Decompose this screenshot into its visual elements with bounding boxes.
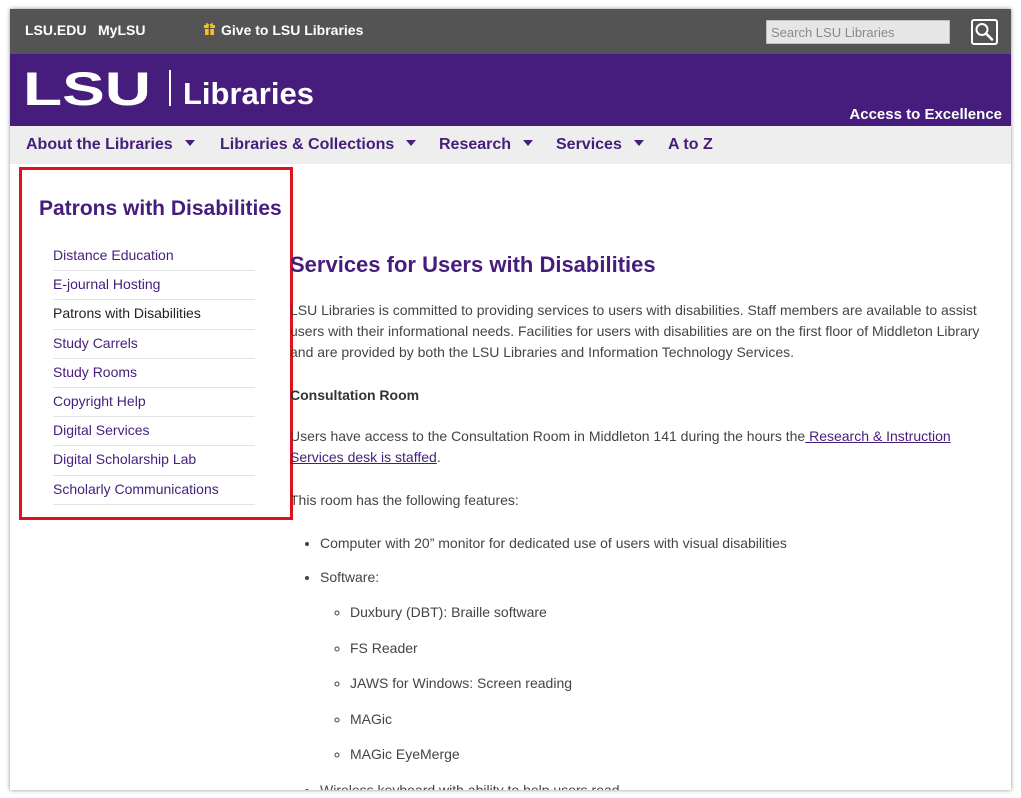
main-nav: About the Libraries Libraries & Collecti… [10,126,1011,164]
software-item: MAGic EyeMerge [350,744,990,765]
software-item: Duxbury (DBT): Braille software [350,602,990,623]
nav-label: Research [439,136,512,153]
tagline: Access to Excellence [849,106,1002,123]
sidebar-item-distance-education: Distance Education [53,242,255,272]
sidebar-item-patrons-with-disabilities: Patrons with Disabilities [53,300,255,330]
nav-label: A to Z [668,136,713,153]
sidebar-link[interactable]: Study Rooms [53,364,137,380]
software-item: FS Reader [350,638,990,659]
intro-paragraph: LSU Libraries is committed to providing … [290,302,980,360]
lsu-edu-link[interactable]: LSU.EDU [25,22,86,38]
browser-viewport: LSU.EDU MyLSU Give to LSU Libraries LSU … [10,9,1011,790]
feature-item: Computer with 20” monitor for dedicated … [320,533,990,554]
sidebar-item-copyright-help: Copyright Help [53,388,255,418]
nav-a-to-z[interactable]: A to Z [668,136,713,154]
gift-icon [204,23,215,35]
software-item: MAGic [350,709,990,730]
nav-services[interactable]: Services [556,136,644,154]
feature-item: Software: Duxbury (DBT): Braille softwar… [320,567,990,765]
access-text: Users have access to the Consultation Ro… [290,428,806,444]
nav-label: About the Libraries [26,136,173,153]
software-list: Duxbury (DBT): Braille software FS Reade… [320,602,990,765]
sidebar-item-ejournal-hosting: E-journal Hosting [53,271,255,301]
magnifier-icon [975,23,994,41]
access-paragraph: Users have access to the Consultation Ro… [290,426,990,468]
feature-text: Software: [320,569,380,585]
caret-down-icon [523,140,534,146]
caret-down-icon [406,140,417,146]
sidebar-item-study-carrels: Study Carrels [53,330,255,359]
search-button[interactable] [971,19,998,45]
main-content: Services for Users with Disabilities LSU… [290,245,990,790]
sidebar-item-scholarly-communications: Scholarly Communications [53,476,255,505]
sidebar-title: Patrons with Disabilities [39,197,282,220]
feature-text: Wireless keyboard with ability to help u… [320,781,620,790]
sidebar-link[interactable]: Distance Education [53,247,174,263]
nav-label: Services [556,136,622,153]
sidebar-link[interactable]: E-journal Hosting [53,276,160,292]
sidebar-link[interactable]: Digital Services [53,422,149,438]
nav-libraries-collections[interactable]: Libraries & Collections [220,136,417,154]
mylsu-link[interactable]: MyLSU [98,22,145,38]
sidebar-link-current[interactable]: Patrons with Disabilities [53,305,201,321]
utility-bar: LSU.EDU MyLSU Give to LSU Libraries [10,9,1011,54]
feature-item: Wireless keyboard with ability to help u… [320,780,990,790]
brand-bar: LSU Libraries Access to Excellence [10,54,1011,126]
page-title: Services for Users with Disabilities [290,252,656,277]
feature-text: Computer with 20” monitor for dedicated … [320,535,787,551]
software-item: JAWS for Windows: Screen reading [350,673,990,694]
sidebar-nav: Distance Education E-journal Hosting Pat… [53,242,255,505]
search-input[interactable] [766,20,950,44]
logo-libraries-text: Libraries [183,76,314,110]
sidebar-item-study-rooms: Study Rooms [53,359,255,388]
sidebar-item-digital-scholarship-lab: Digital Scholarship Lab [53,446,255,476]
sidebar-item-digital-services: Digital Services [53,417,255,447]
features-intro: This room has the following features: [290,492,519,508]
lsu-libraries-logo[interactable]: LSU Libraries [24,68,324,110]
consultation-heading: Consultation Room [290,387,420,403]
nav-label: Libraries & Collections [220,136,395,153]
give-link[interactable]: Give to LSU Libraries [221,22,363,38]
nav-research[interactable]: Research [439,136,534,154]
nav-about-libraries[interactable]: About the Libraries [26,136,195,154]
caret-down-icon [184,140,195,146]
caret-down-icon [633,140,644,146]
access-end: . [436,449,441,465]
sidebar-link[interactable]: Digital Scholarship Lab [53,451,196,467]
sidebar-link[interactable]: Scholarly Communications [53,481,219,497]
sidebar-link[interactable]: Copyright Help [53,393,146,409]
sidebar-link[interactable]: Study Carrels [53,335,138,351]
logo-lsu-text: LSU [24,68,151,110]
feature-list: Computer with 20” monitor for dedicated … [290,533,990,790]
